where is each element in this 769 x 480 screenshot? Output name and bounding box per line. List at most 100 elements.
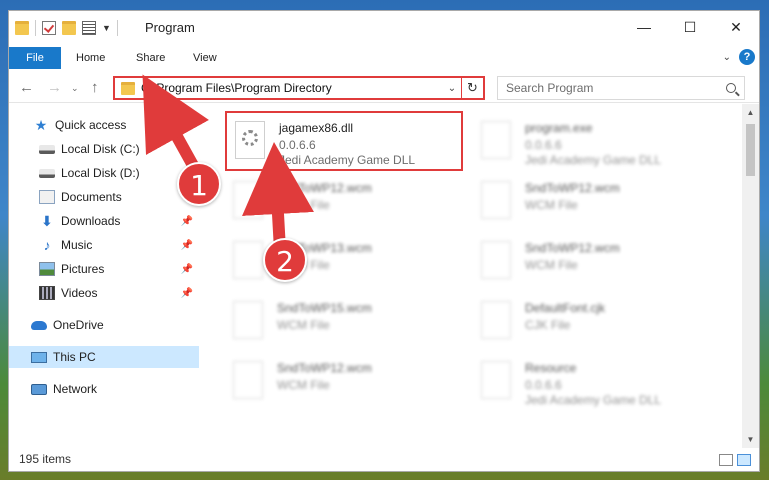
expand-ribbon-chevron-icon[interactable]: ⌄	[723, 52, 731, 63]
sidebar-item-label: Local Disk (C:)	[61, 142, 140, 156]
file-version: 0.0.6.6	[525, 378, 562, 392]
sidebar-item-network[interactable]: Network	[9, 378, 199, 400]
item-count: 195 items	[19, 452, 72, 466]
folder-icon[interactable]	[15, 21, 29, 35]
file-name: SndToWP12.wcm	[525, 181, 620, 195]
address-row: ← → ⌄ ↑ C:\Program Files\Program Directo…	[9, 73, 759, 103]
sidebar-item-label: Videos	[61, 286, 98, 300]
file-icon	[481, 301, 511, 339]
file-icon	[481, 181, 511, 219]
sidebar-item-label: Network	[53, 382, 98, 396]
pin-icon[interactable]: 📌	[181, 216, 193, 227]
search-input[interactable]: Search Program	[506, 81, 593, 95]
file-description: Jedi Academy Game DLL	[279, 153, 416, 167]
scrollbar-thumb[interactable]	[746, 124, 755, 176]
list-item[interactable]: SndToWP12.wcm WCM File	[225, 353, 461, 411]
list-item[interactable]: SndToWP15.wcm WCM File	[225, 293, 461, 351]
file-icon	[233, 361, 263, 399]
scroll-up-arrow-icon[interactable]: ▲	[742, 104, 759, 121]
sidebar-item-videos[interactable]: Videos 📌	[9, 282, 199, 304]
minimize-button[interactable]: —	[621, 11, 667, 43]
videos-icon	[39, 286, 55, 300]
pin-icon[interactable]: 📌	[181, 264, 193, 275]
recent-chevron-icon[interactable]: ⌄	[71, 83, 79, 94]
vertical-scrollbar[interactable]: ▲ ▼	[742, 104, 759, 448]
sidebar-item-label: Pictures	[61, 262, 105, 276]
sidebar-item-documents[interactable]: Documents	[9, 186, 199, 208]
file-icon	[233, 301, 263, 339]
downloads-icon: ⬇	[41, 213, 53, 229]
list-item[interactable]: SndToWP12.wcm WCM File	[225, 173, 461, 231]
window-controls: — ☐ ✕	[621, 11, 759, 43]
gear-icon	[242, 130, 258, 146]
file-name: SndToWP15.wcm	[277, 301, 372, 315]
sidebar-item-local-disk-d[interactable]: Local Disk (D:)	[9, 162, 199, 184]
file-type: CJK File	[525, 318, 571, 332]
file-name: SndToWP12.wcm	[277, 181, 372, 195]
step-2-badge: 2	[263, 238, 307, 282]
scroll-down-arrow-icon[interactable]: ▼	[742, 431, 759, 448]
file-type: WCM File	[525, 198, 578, 212]
address-path[interactable]: C:\Program Files\Program Directory	[141, 81, 443, 95]
sidebar-item-label: Music	[61, 238, 93, 252]
new-folder-icon[interactable]	[62, 21, 76, 35]
back-arrow-icon[interactable]: ←	[19, 79, 34, 96]
file-item-program-exe[interactable]: program.exe 0.0.6.6 Jedi Academy Game DL…	[473, 113, 709, 171]
list-item[interactable]: Resource 0.0.6.6 Jedi Academy Game DLL	[473, 353, 709, 411]
list-item[interactable]: SndToWP12.wcm WCM File	[473, 233, 709, 291]
pin-icon[interactable]: 📌	[181, 288, 193, 299]
pin-icon[interactable]: 📌	[181, 240, 193, 251]
sidebar-item-local-disk-c[interactable]: Local Disk (C:)	[9, 138, 199, 160]
sidebar-item-quick-access[interactable]: ★ Quick access	[9, 114, 199, 136]
file-icon	[233, 181, 263, 219]
up-arrow-icon[interactable]: ↑	[91, 79, 99, 96]
tab-file[interactable]: File	[9, 47, 61, 69]
toolbar-divider	[116, 20, 118, 36]
sidebar-item-music[interactable]: ♪ Music 📌	[9, 234, 199, 256]
search-box[interactable]: Search Program	[497, 76, 745, 100]
documents-icon	[39, 190, 55, 204]
search-icon[interactable]	[726, 83, 736, 93]
file-name: jagamex86.dll	[279, 121, 354, 135]
pc-icon	[31, 351, 47, 363]
file-name: SndToWP12.wcm	[525, 241, 620, 255]
file-item-jagamex86-dll[interactable]: jagamex86.dll 0.0.6.6 Jedi Academy Game …	[225, 111, 463, 171]
list-item[interactable]: DefaultFont.cjk CJK File	[473, 293, 709, 351]
sidebar-item-label: This PC	[53, 350, 96, 364]
maximize-button[interactable]: ☐	[667, 11, 713, 43]
tab-view[interactable]: View	[193, 47, 217, 69]
folder-icon	[121, 81, 135, 95]
tab-home[interactable]: Home	[76, 47, 105, 69]
sidebar-item-this-pc[interactable]: This PC	[9, 346, 199, 368]
sidebar-item-label: Documents	[61, 190, 122, 204]
list-item[interactable]: SndToWP13.wcm WCM File	[225, 233, 461, 291]
exe-file-icon	[481, 121, 511, 159]
tiles-view-icon[interactable]	[737, 454, 751, 466]
list-item[interactable]: SndToWP12.wcm WCM File	[473, 173, 709, 231]
toolbar-divider	[35, 20, 36, 36]
file-type: WCM File	[277, 318, 330, 332]
file-type: WCM File	[277, 198, 330, 212]
file-name: program.exe	[525, 121, 593, 135]
properties-check-icon[interactable]	[42, 21, 56, 35]
title-bar: ▼ Program — ☐ ✕	[9, 11, 759, 43]
address-bar[interactable]: C:\Program Files\Program Directory ⌄ ↻	[113, 76, 485, 100]
file-name: SndToWP12.wcm	[277, 361, 372, 375]
sidebar-item-onedrive[interactable]: OneDrive	[9, 314, 199, 336]
close-button[interactable]: ✕	[713, 11, 759, 43]
properties-icon[interactable]	[82, 21, 96, 35]
file-version: 0.0.6.6	[279, 138, 316, 152]
chevron-down-icon[interactable]: ▼	[102, 23, 111, 33]
refresh-icon[interactable]: ↻	[461, 78, 483, 98]
sidebar-item-pictures[interactable]: Pictures 📌	[9, 258, 199, 280]
ribbon-tabs: File Home Share View ⌄ ?	[9, 47, 759, 69]
view-switcher	[719, 454, 751, 466]
tab-share[interactable]: Share	[136, 47, 165, 69]
disk-icon	[39, 168, 55, 178]
chevron-down-icon[interactable]: ⌄	[443, 83, 461, 94]
sidebar-item-downloads[interactable]: ⬇ Downloads 📌	[9, 210, 199, 232]
details-view-icon[interactable]	[719, 454, 733, 466]
help-button[interactable]: ?	[739, 49, 755, 65]
file-icon	[233, 241, 263, 279]
forward-arrow-icon[interactable]: →	[47, 79, 62, 96]
